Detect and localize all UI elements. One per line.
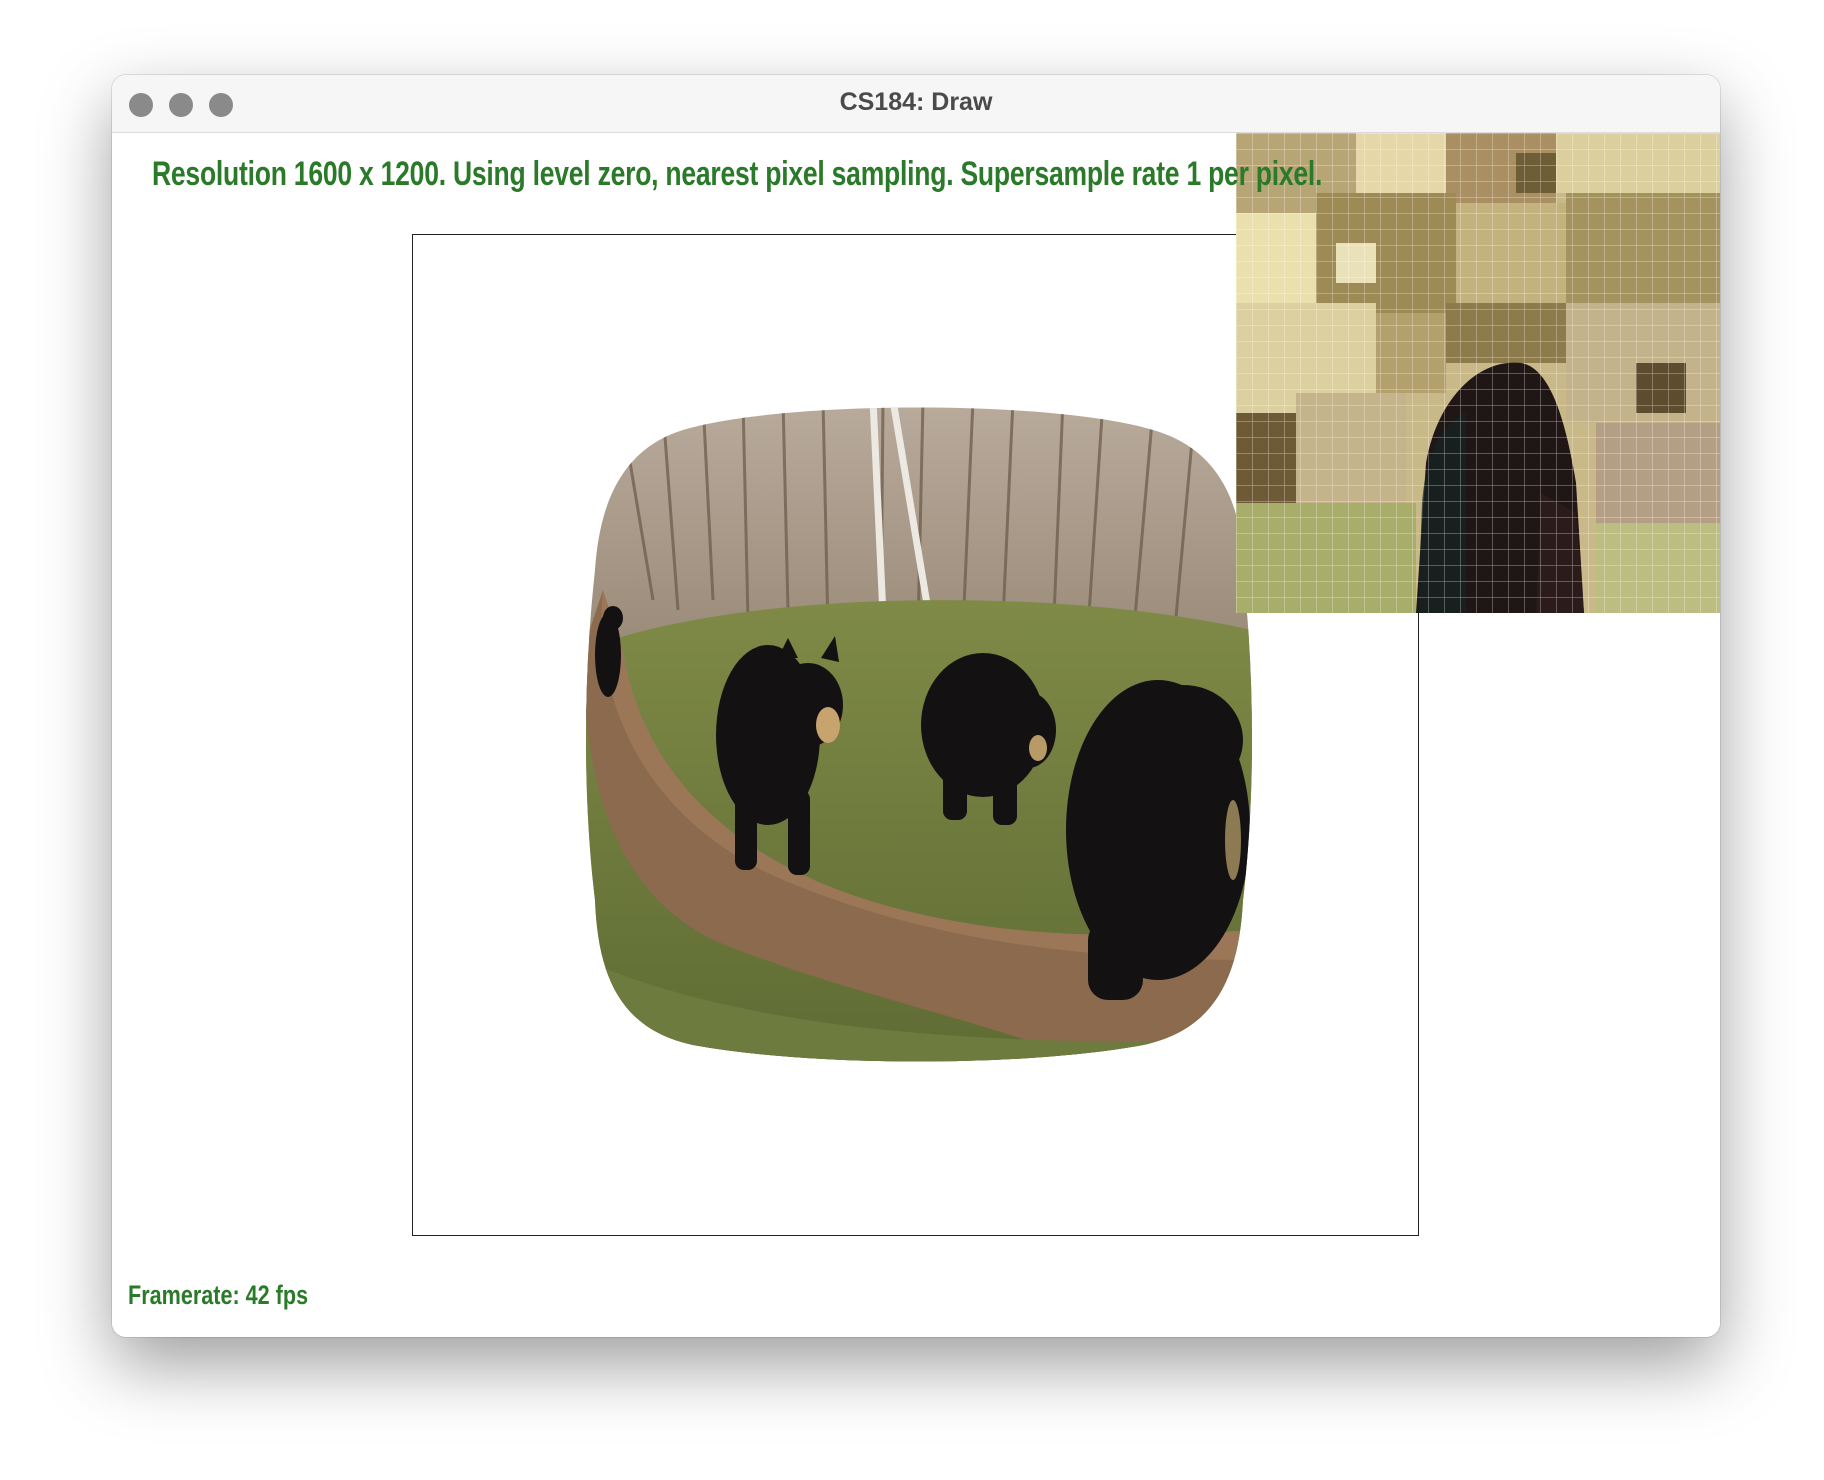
app-window: CS184: Draw Resolution 1600 x 1200. Usin… <box>112 75 1720 1337</box>
status-text: Resolution 1600 x 1200. Using level zero… <box>152 155 1323 193</box>
window-title: CS184: Draw <box>839 88 993 116</box>
framerate-text: Framerate: 42 fps <box>128 1280 309 1310</box>
warped-texture-image <box>586 407 1252 1062</box>
draw-area[interactable]: Resolution 1600 x 1200. Using level zero… <box>112 133 1720 1337</box>
zoom-pixel-inset <box>1236 133 1720 613</box>
title-bar[interactable]: CS184: Draw <box>112 75 1720 133</box>
